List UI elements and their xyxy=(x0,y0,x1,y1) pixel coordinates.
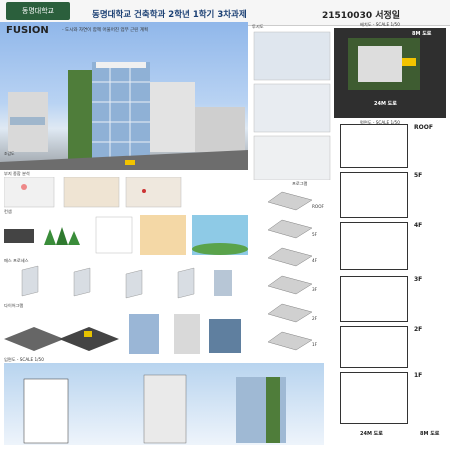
mass-process-illustration xyxy=(21,265,232,299)
elevation-drawings xyxy=(4,363,324,445)
plan-label-3f: 3F xyxy=(414,276,423,283)
student-id-name: 21510030 서정일 xyxy=(322,11,401,21)
building-render-illustration xyxy=(0,62,248,170)
bird-eye-rendering: FUSION - 도시와 자연이 함께 어울어진 업무 근린 계획 조감도 xyxy=(0,22,248,170)
diagram-illustration xyxy=(4,314,241,354)
plan-3f xyxy=(340,276,408,322)
plan-1f xyxy=(340,372,408,424)
iso-label-roof: ROOF xyxy=(312,204,324,209)
iso-label-4f: 4F xyxy=(312,258,318,263)
iso-label-1f: 1F xyxy=(312,342,318,347)
iso-label-5f: 5F xyxy=(312,232,318,237)
plan-roof xyxy=(340,124,408,168)
road-24m-bottom: 24M 도로 xyxy=(360,431,383,437)
site-analysis-illustration xyxy=(4,177,182,208)
site-road-8m: 8M 도로 xyxy=(412,31,432,37)
plan-2f xyxy=(340,326,408,368)
site-plan: 8M 도로 24M 도로 xyxy=(334,28,446,118)
floor-isometric-stack xyxy=(267,191,313,351)
plan-label-1f: 1F xyxy=(414,372,423,379)
site-road-24m: 24M 도로 xyxy=(374,101,397,107)
plan-label-2f: 2F xyxy=(414,326,423,333)
iso-label-2f: 2F xyxy=(312,316,318,321)
poster-title: 동명대학교 건축학과 2학년 1학기 3차과제 xyxy=(92,10,247,20)
elevation-illustration xyxy=(23,374,286,444)
plan-label-5f: 5F xyxy=(414,172,423,179)
plan-5f xyxy=(340,172,408,218)
iso-label-3f: 3F xyxy=(312,287,318,292)
concept-illustration xyxy=(4,215,248,255)
hero-caption: 조감도 xyxy=(4,151,15,156)
university-logo: 동명대학교 xyxy=(6,2,70,20)
plan-label-roof: ROOF xyxy=(414,124,433,131)
logo-text: 동명대학교 xyxy=(21,7,55,15)
plan-label-4f: 4F xyxy=(414,222,423,229)
plan-4f xyxy=(340,222,408,270)
road-8m-bottom: 8M 도로 xyxy=(420,431,440,437)
perspective-illustration xyxy=(253,31,331,180)
